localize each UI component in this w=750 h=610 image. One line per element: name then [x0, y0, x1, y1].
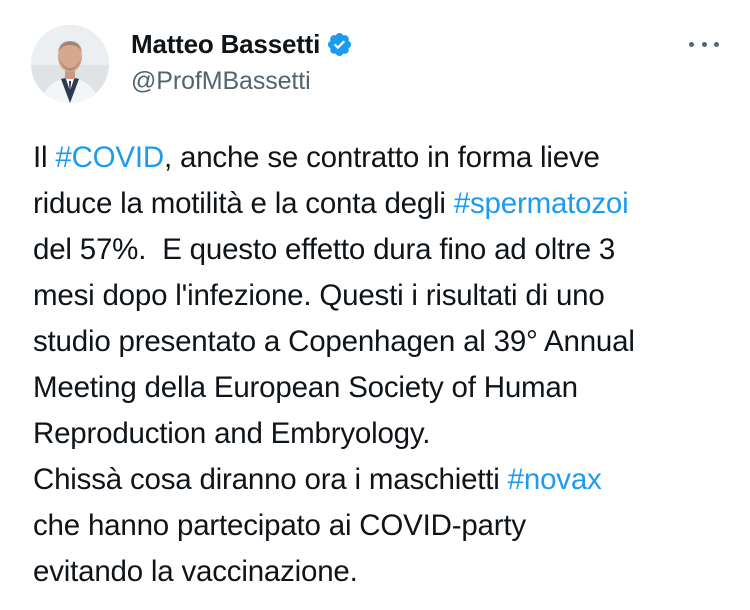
- tweet-text-segment: Chissà cosa diranno ora i maschietti: [33, 463, 508, 496]
- tweet-text-segment: studio presentato a Copenhagen al 39° An…: [33, 325, 635, 358]
- more-options-button[interactable]: [689, 38, 719, 50]
- author-header: Matteo Bassetti @ProfMBassetti: [131, 27, 353, 96]
- more-horizontal-icon-dot: [714, 41, 719, 47]
- more-horizontal-icon-dot: [701, 41, 707, 47]
- tweet-text-line: Meeting della European Society of Human: [33, 365, 733, 411]
- verified-badge-icon[interactable]: [326, 31, 353, 58]
- tweet-text-line: Il #COVID, anche se contratto in forma l…: [33, 135, 733, 181]
- tweet-text-line: Chissà cosa diranno ora i maschietti #no…: [33, 457, 733, 503]
- author-avatar[interactable]: [31, 25, 109, 103]
- tweet-text-segment: Meeting della European Society of Human: [33, 371, 578, 404]
- tweet-text-line: del 57%. E questo effetto dura fino ad o…: [33, 227, 733, 273]
- tweet-text-line: mesi dopo l'infezione. Questi i risultat…: [33, 273, 733, 319]
- tweet-text-line: evitando la vaccinazione.: [33, 549, 733, 595]
- more-horizontal-icon-dot: [689, 41, 694, 47]
- tweet-card: Matteo Bassetti @ProfMBassetti Il #COVID…: [0, 0, 750, 610]
- hashtag-link[interactable]: #COVID: [55, 141, 164, 174]
- tweet-text: Il #COVID, anche se contratto in forma l…: [33, 135, 733, 595]
- tweet-text-line: studio presentato a Copenhagen al 39° An…: [33, 319, 733, 365]
- tweet-text-segment: , anche se contratto in forma lieve: [164, 141, 600, 174]
- name-row: Matteo Bassetti: [131, 27, 353, 61]
- tweet-text-line: riduce la motilità e la conta degli #spe…: [33, 181, 733, 227]
- hashtag-link[interactable]: #novax: [508, 463, 602, 496]
- tweet-text-segment: mesi dopo l'infezione. Questi i risultat…: [33, 279, 605, 312]
- tweet-text-segment: che hanno partecipato ai COVID-party: [33, 509, 526, 542]
- tweet-text-segment: del 57%. E questo effetto dura fino ad o…: [33, 233, 616, 266]
- author-handle[interactable]: @ProfMBassetti: [131, 67, 353, 96]
- tweet-text-segment: evitando la vaccinazione.: [33, 555, 358, 588]
- tweet-text-line: che hanno partecipato ai COVID-party: [33, 503, 733, 549]
- tweet-text-line: Reproduction and Embryology.: [33, 411, 733, 457]
- tweet-text-segment: Il: [33, 141, 56, 174]
- hashtag-link[interactable]: #spermatozoi: [454, 187, 629, 220]
- tweet-text-segment: riduce la motilità e la conta degli: [33, 187, 454, 220]
- author-display-name[interactable]: Matteo Bassetti: [131, 29, 320, 60]
- avatar-photo-icon: [31, 25, 109, 103]
- tweet-text-segment: Reproduction and Embryology.: [33, 417, 431, 450]
